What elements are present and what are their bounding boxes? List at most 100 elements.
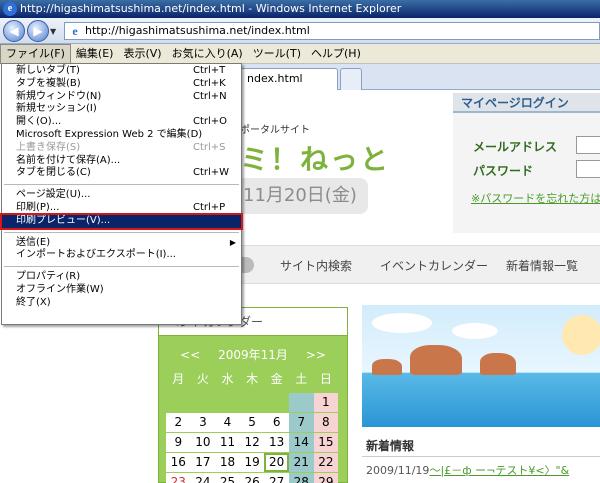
calendar-day[interactable]: 19 (239, 453, 265, 472)
calendar-day[interactable]: 11 (215, 433, 240, 452)
nav-event-calendar[interactable]: イベントカレンダー (380, 257, 488, 274)
calendar-weekday: 金 (270, 372, 283, 386)
calendar-grid: 月火水木金土日 1 2 3 4 5 6 7 8 9 10 11 12 13 14 15 16 17 18 19 20 21… (166, 368, 339, 483)
calendar-day[interactable]: 28 (288, 473, 314, 483)
navigation-bar: ◀ ▶ ▼ e http://higashimatsushima.net/ind… (0, 18, 600, 44)
calendar-day (166, 393, 191, 412)
calendar-month: 2009年11月 (218, 348, 288, 362)
calendar-day[interactable]: 4 (215, 413, 240, 432)
menu-item-shortcut: Ctrl+W (193, 167, 230, 179)
address-field[interactable]: e http://higashimatsushima.net/index.htm… (64, 22, 600, 40)
calendar-day[interactable]: 3 (190, 413, 216, 432)
site-title: ミ！ねっと (240, 143, 391, 176)
file-menu-item[interactable]: 新規セッション(I) (2, 103, 241, 116)
file-menu-item[interactable]: インポートおよびエクスポート(I)... (2, 249, 241, 262)
calendar-day[interactable]: 2 (166, 413, 191, 432)
file-menu-item[interactable]: 終了(X) (2, 297, 241, 310)
forward-button[interactable]: ▶ (27, 20, 49, 42)
menu-item-label: タブを閉じる(C) (16, 167, 91, 179)
calendar-day[interactable]: 5 (239, 413, 265, 432)
file-menu-item[interactable]: タブを複製(B) Ctrl+K (2, 78, 241, 91)
calendar-day[interactable]: 29 (313, 473, 339, 483)
news-link[interactable]: ～|£－ф ー¬テスト¥<〉"& (430, 464, 570, 477)
menu-item-label: 送信(E) (16, 236, 51, 248)
news-item: 2009/11/19 ～|£－ф ー¬テスト¥<〉"& (362, 462, 600, 478)
menu-item-label: Microsoft Expression Web 2 で編集(D) (16, 128, 203, 140)
file-menu-item[interactable]: 新規ウィンドウ(N) Ctrl+N (2, 91, 241, 104)
calendar-day[interactable]: 12 (239, 433, 265, 452)
menu-edit[interactable]: 編集(E) (71, 44, 119, 64)
hero-image (362, 305, 600, 427)
calendar-day[interactable]: 7 (288, 413, 314, 432)
password-label: パスワード (473, 164, 534, 178)
calendar-day[interactable]: 13 (264, 433, 289, 452)
file-menu-item[interactable]: 送信(E) ▶ (2, 237, 241, 250)
menu-item-label: 終了(X) (16, 296, 51, 308)
menu-favorites[interactable]: お気に入り(A) (167, 44, 248, 64)
calendar-day[interactable]: 24 (190, 473, 216, 483)
file-menu-item[interactable]: オフライン作業(W) (2, 284, 241, 297)
back-button[interactable]: ◀ (3, 20, 25, 42)
site-date: 11月20日(金) (240, 178, 368, 214)
menu-item-label: 開く(O)... (16, 116, 62, 128)
file-menu-item[interactable]: 上書き保存(S) Ctrl+S (2, 142, 241, 155)
file-menu-item[interactable]: プロパティ(R) (2, 271, 241, 284)
browser-tab[interactable]: ndex.html (240, 68, 338, 90)
calendar-day[interactable]: 10 (190, 433, 216, 452)
file-menu-item[interactable]: 名前を付けて保存(A)... (2, 155, 241, 168)
calendar-day[interactable]: 26 (239, 473, 265, 483)
event-calendar: ベントカレンダー << 2009年11月 >> 月火水木金土日123456789… (158, 307, 348, 483)
calendar-day[interactable]: 1 (313, 393, 339, 412)
menu-file[interactable]: ファイル(F) (0, 44, 71, 64)
web-page: ポータルサイト ミ！ねっと 11月20日(金) マイページログイン メールアドレ… (158, 90, 600, 483)
file-menu-item[interactable]: 開く(O)... Ctrl+O (2, 116, 241, 129)
calendar-day[interactable]: 23 (166, 473, 191, 483)
calendar-nav: << 2009年11月 >> (159, 346, 347, 363)
next-month-link[interactable]: >> (306, 348, 326, 362)
nav-news-list[interactable]: 新着情報一覧 (506, 257, 578, 274)
calendar-week: 9 10 11 12 13 14 15 (166, 433, 339, 453)
title-bar: e http://higashimatsushima.net/index.htm… (0, 0, 600, 18)
file-menu-item[interactable]: 印刷(P)... Ctrl+P (2, 202, 241, 215)
menu-help[interactable]: ヘルプ(H) (306, 44, 366, 64)
menu-item-shortcut: Ctrl+P (193, 201, 226, 213)
file-menu-item[interactable]: タブを閉じる(C) Ctrl+W (2, 167, 241, 180)
email-field[interactable] (576, 136, 600, 154)
calendar-week: 16 17 18 19 20 21 22 (166, 453, 339, 473)
window-title: http://higashimatsushima.net/index.html … (20, 2, 402, 15)
calendar-day[interactable]: 27 (264, 473, 289, 483)
calendar-day[interactable]: 15 (313, 433, 339, 452)
file-menu-item[interactable]: 新しいタブ(T) Ctrl+T (2, 65, 241, 78)
calendar-day[interactable]: 6 (264, 413, 289, 432)
calendar-day[interactable]: 16 (166, 453, 191, 472)
menu-tools[interactable]: ツール(T) (248, 44, 306, 64)
nav-tab-edge (242, 257, 254, 273)
calendar-day[interactable]: 25 (215, 473, 240, 483)
history-dropdown-icon[interactable]: ▼ (50, 27, 56, 36)
calendar-day[interactable]: 22 (313, 453, 339, 472)
file-menu-item[interactable]: ページ設定(U)... (2, 189, 241, 202)
menu-view[interactable]: 表示(V) (118, 44, 166, 64)
calendar-day[interactable]: 17 (190, 453, 216, 472)
calendar-week: 23 24 25 26 27 28 29 (166, 473, 339, 483)
menu-item-label: オフライン作業(W) (16, 283, 104, 295)
calendar-weekday: 土 (295, 372, 308, 386)
calendar-day[interactable]: 18 (215, 453, 240, 472)
menu-item-label: プロパティ(R) (16, 271, 81, 283)
calendar-day[interactable]: 14 (288, 433, 314, 452)
password-field[interactable] (576, 160, 600, 178)
calendar-day[interactable]: 8 (313, 413, 339, 432)
login-heading: マイページログイン (453, 93, 600, 113)
forgot-password-link[interactable]: ※パスワードを忘れた方はこ (471, 190, 600, 206)
new-tab-button[interactable] (340, 68, 362, 90)
file-menu-item[interactable]: Microsoft Expression Web 2 で編集(D) (2, 129, 241, 142)
nav-site-search[interactable]: サイト内検索 (280, 257, 352, 274)
prev-month-link[interactable]: << (180, 348, 200, 362)
submenu-arrow-icon: ▶ (229, 237, 236, 247)
calendar-day[interactable]: 21 (288, 453, 314, 472)
calendar-day[interactable]: 20 (264, 453, 289, 472)
calendar-weekday: 火 (196, 372, 209, 386)
file-menu-item[interactable]: 印刷プレビュー(V)... (0, 212, 243, 230)
calendar-day[interactable]: 9 (166, 433, 191, 452)
tab-strip: ndex.html (240, 64, 600, 90)
